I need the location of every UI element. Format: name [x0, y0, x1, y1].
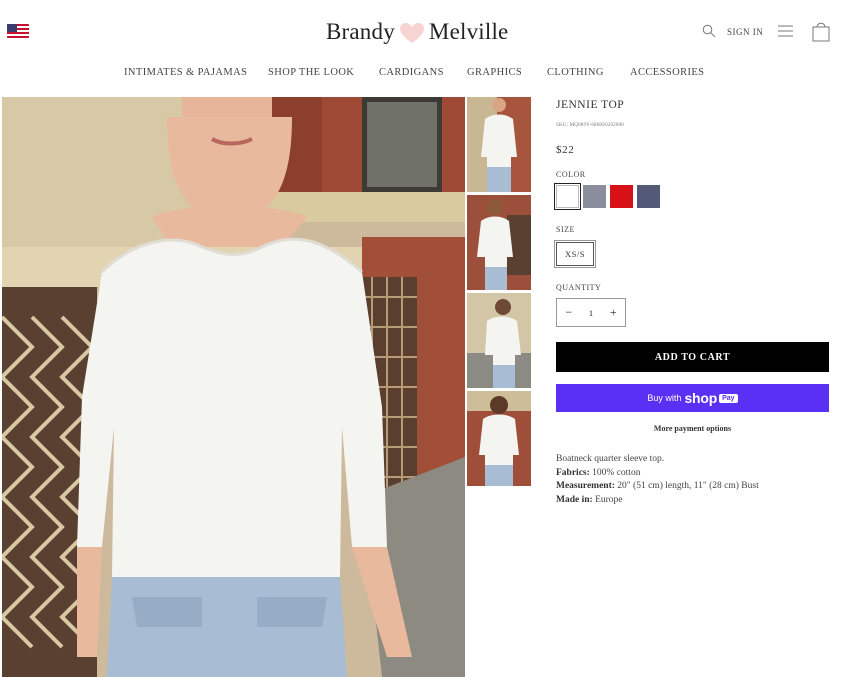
thumbnail-illustration	[467, 293, 531, 388]
measurement-value: 20" (51 cm) length, 11" (28 cm) Bust	[617, 481, 759, 491]
color-swatches	[554, 183, 660, 210]
product-title: JENNIE TOP	[556, 99, 625, 111]
made-in-label: Made in:	[556, 494, 593, 505]
quantity-label: QUANTITY	[556, 283, 602, 292]
brand-logo-left: Brandy	[326, 19, 395, 44]
shop-pay-buy-with: Buy with	[647, 393, 682, 403]
nav-item-intimates-pajamas[interactable]: INTIMATES & PAJAMAS	[124, 67, 247, 78]
size-option-xs-s[interactable]: XS/S	[554, 240, 596, 268]
color-swatch-red[interactable]	[610, 185, 633, 208]
menu-icon[interactable]	[778, 25, 793, 37]
quantity-decrease-button[interactable]: −	[565, 305, 572, 320]
color-swatch-navy[interactable]	[637, 185, 660, 208]
measurement-label: Measurement:	[556, 481, 615, 491]
product-price: $22	[556, 144, 575, 156]
shop-pay-pay-badge: Pay	[719, 393, 738, 403]
sign-in-link[interactable]: SIGN IN	[727, 27, 763, 37]
fabrics-line: Fabrics: 100% cotton	[556, 467, 759, 481]
product-thumbnail[interactable]	[467, 97, 531, 192]
brand-logo[interactable]: Brandy Melville	[326, 17, 508, 47]
quantity-increase-button[interactable]: +	[610, 305, 617, 320]
made-in-value: Europe	[595, 494, 623, 505]
quantity-stepper: − 1 +	[556, 298, 626, 327]
product-description: Boatneck quarter sleeve top. Fabrics: 10…	[556, 453, 759, 507]
nav-item-shop-the-look[interactable]: SHOP THE LOOK	[268, 67, 354, 78]
search-icon[interactable]	[702, 24, 716, 38]
brand-logo-right: Melville	[428, 19, 509, 44]
measurement-line: Measurement: 20" (51 cm) length, 11" (28…	[556, 480, 759, 494]
nav-item-cardigans[interactable]: CARDIGANS	[379, 67, 444, 78]
fabrics-label: Fabrics:	[556, 467, 590, 478]
color-label: COLOR	[556, 170, 586, 179]
product-thumbnail[interactable]	[467, 195, 531, 290]
size-label: SIZE	[556, 225, 575, 234]
add-to-cart-button[interactable]: ADD TO CART	[556, 342, 829, 372]
nav-item-clothing[interactable]: CLOTHING	[547, 67, 604, 78]
product-photo-illustration	[2, 97, 465, 677]
shop-pay-logo-text: shop	[684, 390, 718, 406]
shop-pay-button[interactable]: Buy with shop Pay	[556, 384, 829, 412]
nav-item-accessories[interactable]: ACCESSORIES	[630, 67, 704, 78]
main-nav: INTIMATES & PAJAMAS SHOP THE LOOK CARDIG…	[0, 67, 851, 81]
description-text: Boatneck quarter sleeve top.	[556, 454, 665, 464]
product-thumbnail[interactable]	[467, 391, 531, 486]
made-in-line: Made in: Europe	[556, 494, 759, 508]
us-flag-icon[interactable]	[7, 24, 29, 38]
thumbnail-illustration	[467, 97, 531, 192]
shopping-bag-icon[interactable]	[812, 20, 830, 42]
quantity-value[interactable]: 1	[589, 308, 593, 318]
color-swatch-grey[interactable]	[583, 185, 606, 208]
thumbnail-illustration	[467, 195, 531, 290]
heart-icon	[399, 23, 424, 43]
product-main-image[interactable]	[2, 97, 465, 677]
thumbnail-illustration	[467, 391, 531, 486]
product-thumbnail[interactable]	[467, 293, 531, 388]
nav-item-graphics[interactable]: GRAPHICS	[467, 67, 522, 78]
more-payment-options-link[interactable]: More payment options	[556, 424, 829, 433]
product-sku: SKU: MQ089Y-6868S0202000	[556, 123, 625, 128]
fabrics-value: 100% cotton	[592, 467, 641, 478]
color-swatch-white[interactable]	[554, 183, 581, 210]
